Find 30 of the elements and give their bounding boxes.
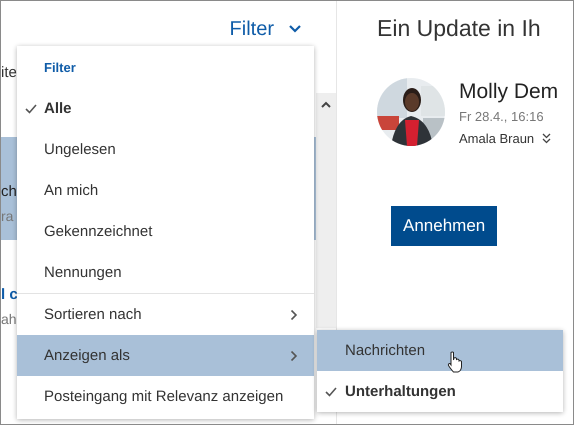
menu-item[interactable]: Ungelesen [17, 129, 314, 170]
menu-item[interactable]: Gekennzeichnet [17, 211, 314, 252]
checkmark-icon [325, 386, 337, 396]
message-subject: Ein Update in Ih [377, 15, 541, 42]
sender-name: Molly Dem [459, 80, 558, 104]
search-text: ite [1, 64, 17, 81]
menu-item[interactable]: Posteingang mit Relevanz anzeigen [17, 376, 314, 417]
menu-item[interactable]: An mich [17, 170, 314, 211]
accept-button[interactable]: Annehmen [391, 206, 498, 246]
filter-button[interactable]: Filter [226, 16, 306, 42]
chevron-down-icon [288, 24, 302, 34]
menu-item[interactable]: Unterhaltungen [317, 371, 563, 412]
chevron-right-icon [290, 350, 298, 362]
menu-item[interactable]: Anzeigen als [17, 335, 314, 376]
recipient-name: Amala Braun [459, 131, 534, 146]
message-sender: l c [1, 286, 18, 303]
chevron-right-icon [290, 308, 298, 320]
menu-heading: Filter [43, 58, 77, 76]
menu-item[interactable]: Nennungen [17, 252, 314, 293]
double-chevron-icon[interactable] [542, 133, 552, 144]
menu-item[interactable]: Alle [17, 88, 314, 129]
checkmark-icon [24, 104, 36, 114]
menu-item[interactable]: Nachrichten [317, 330, 563, 371]
message-date: Fr 28.4., 16:16 [459, 109, 544, 124]
message-preview: ah [1, 311, 17, 327]
message-sender: ch [1, 183, 17, 200]
message-preview: ra [1, 208, 14, 224]
menu-item[interactable]: Sortieren nach [17, 294, 314, 335]
hand-cursor-icon [447, 351, 463, 373]
scroll-up-icon[interactable] [320, 101, 332, 109]
